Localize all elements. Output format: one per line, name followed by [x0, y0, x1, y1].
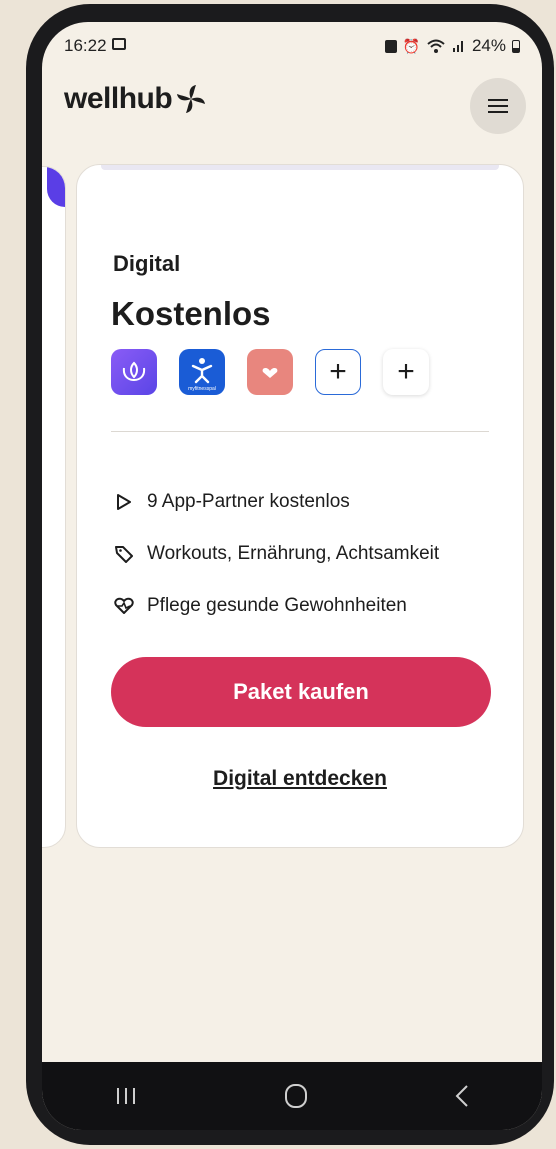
lock-icon [384, 39, 397, 53]
feature-item: Workouts, Ernährung, Achtsamkeit [113, 543, 439, 565]
heart-app-icon [247, 349, 293, 395]
hamburger-icon [488, 99, 508, 113]
play-icon [113, 491, 135, 513]
previous-plan-card[interactable] [42, 166, 66, 848]
battery-percent: 24% [471, 36, 506, 55]
feature-text: Pflege gesunde Gewohnheiten [147, 595, 407, 616]
wellhub-logo[interactable]: wellhub [64, 82, 208, 116]
feature-text: 9 App-Partner kostenlos [147, 491, 350, 512]
svg-text:myfitnesspal: myfitnesspal [188, 386, 216, 392]
status-icons: ⏰ 24% [384, 36, 520, 56]
plus-icon[interactable]: + [315, 349, 361, 395]
alarm-icon: ⏰ [402, 37, 420, 54]
screen: 16:22 ⏰ 24% wellhub Digital Kostenlos my… [42, 22, 542, 1130]
status-time: 16:22 [64, 36, 107, 55]
buy-package-button[interactable]: Paket kaufen [111, 657, 491, 727]
plan-card: Digital Kostenlos myfitnesspal + + 9 App… [76, 164, 524, 848]
feature-text: Workouts, Ernährung, Achtsamkeit [147, 543, 440, 564]
plan-tier: Digital [113, 251, 181, 276]
home-icon[interactable] [284, 1083, 308, 1109]
plus-icon[interactable]: + [383, 349, 429, 395]
wifi-icon [427, 39, 445, 53]
system-nav-bar [42, 1062, 542, 1130]
back-icon[interactable] [455, 1084, 469, 1108]
gallery-notification-icon [112, 38, 126, 50]
pinwheel-logo-icon [177, 85, 206, 113]
myfitnesspal-app-icon: myfitnesspal [179, 349, 225, 395]
battery-icon [512, 39, 520, 53]
feature-item: 9 App-Partner kostenlos [113, 491, 350, 513]
tag-icon [113, 543, 135, 565]
signal-icon [452, 41, 463, 52]
status-bar: 16:22 ⏰ 24% [42, 22, 542, 68]
explore-digital-link[interactable]: Digital entdecken [77, 767, 523, 791]
feature-item: Pflege gesunde Gewohnheiten [113, 595, 407, 617]
logo-text: wellhub [64, 82, 173, 115]
app-partner-list: myfitnesspal + + [111, 349, 429, 395]
calm-app-icon [111, 349, 157, 395]
menu-button[interactable] [470, 78, 526, 134]
heartbeat-icon [113, 595, 135, 617]
recent-apps-icon[interactable] [115, 1086, 137, 1106]
plan-price: Kostenlos [111, 295, 271, 332]
divider [111, 431, 489, 432]
